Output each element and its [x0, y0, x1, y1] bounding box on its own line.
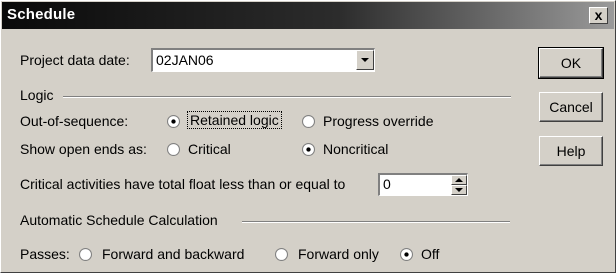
open-ends-label: Show open ends as:	[20, 141, 147, 157]
radio-button[interactable]	[302, 115, 315, 128]
ok-button[interactable]: OK	[538, 47, 604, 79]
noncritical-label: Noncritical	[323, 141, 389, 157]
out-of-sequence-label: Out-of-sequence:	[20, 113, 129, 129]
project-date-label: Project data date:	[20, 52, 130, 68]
progress-override-label: Progress override	[323, 113, 434, 129]
project-date-dropdown-button[interactable]	[356, 50, 374, 70]
radio-button[interactable]	[79, 248, 92, 261]
logic-group-label: Logic	[20, 87, 54, 103]
schedule-dialog: Schedule x Project data date: 02JAN06 Lo…	[0, 0, 616, 273]
radio-button[interactable]	[167, 143, 180, 156]
close-button[interactable]: x	[589, 7, 608, 24]
arrow-up-icon	[455, 178, 463, 182]
critical-label: Critical	[188, 141, 231, 157]
float-threshold-spinner[interactable]: 0	[378, 173, 468, 196]
arrow-down-icon	[455, 188, 463, 192]
radio-button[interactable]	[275, 248, 288, 261]
retained-logic-label: Retained logic	[187, 111, 282, 129]
radio-button-selected[interactable]	[400, 248, 413, 261]
float-threshold-label: Critical activities have total float les…	[20, 176, 346, 192]
chevron-down-icon	[361, 58, 369, 62]
auto-calc-group-divider	[242, 221, 510, 223]
forward-only-label: Forward only	[298, 246, 379, 262]
project-date-value: 02JAN06	[156, 52, 214, 68]
project-date-combo[interactable]: 02JAN06	[151, 48, 375, 72]
radio-button-selected[interactable]	[302, 143, 315, 156]
float-threshold-value: 0	[383, 176, 391, 192]
spin-up-button[interactable]	[451, 175, 467, 185]
spin-down-button[interactable]	[451, 185, 467, 195]
radio-button-selected[interactable]	[167, 115, 180, 128]
close-icon: x	[594, 7, 603, 23]
passes-label: Passes:	[20, 246, 70, 262]
spinner-buttons	[451, 175, 467, 195]
dialog-title: Schedule	[7, 6, 76, 23]
forward-and-backward-label: Forward and backward	[102, 246, 245, 262]
auto-calc-group-label: Automatic Schedule Calculation	[20, 212, 218, 228]
title-bar[interactable]: Schedule x	[2, 2, 614, 29]
logic-group-divider	[63, 96, 511, 98]
cancel-button[interactable]: Cancel	[539, 92, 603, 122]
off-label: Off	[421, 246, 440, 262]
help-button[interactable]: Help	[539, 136, 603, 166]
